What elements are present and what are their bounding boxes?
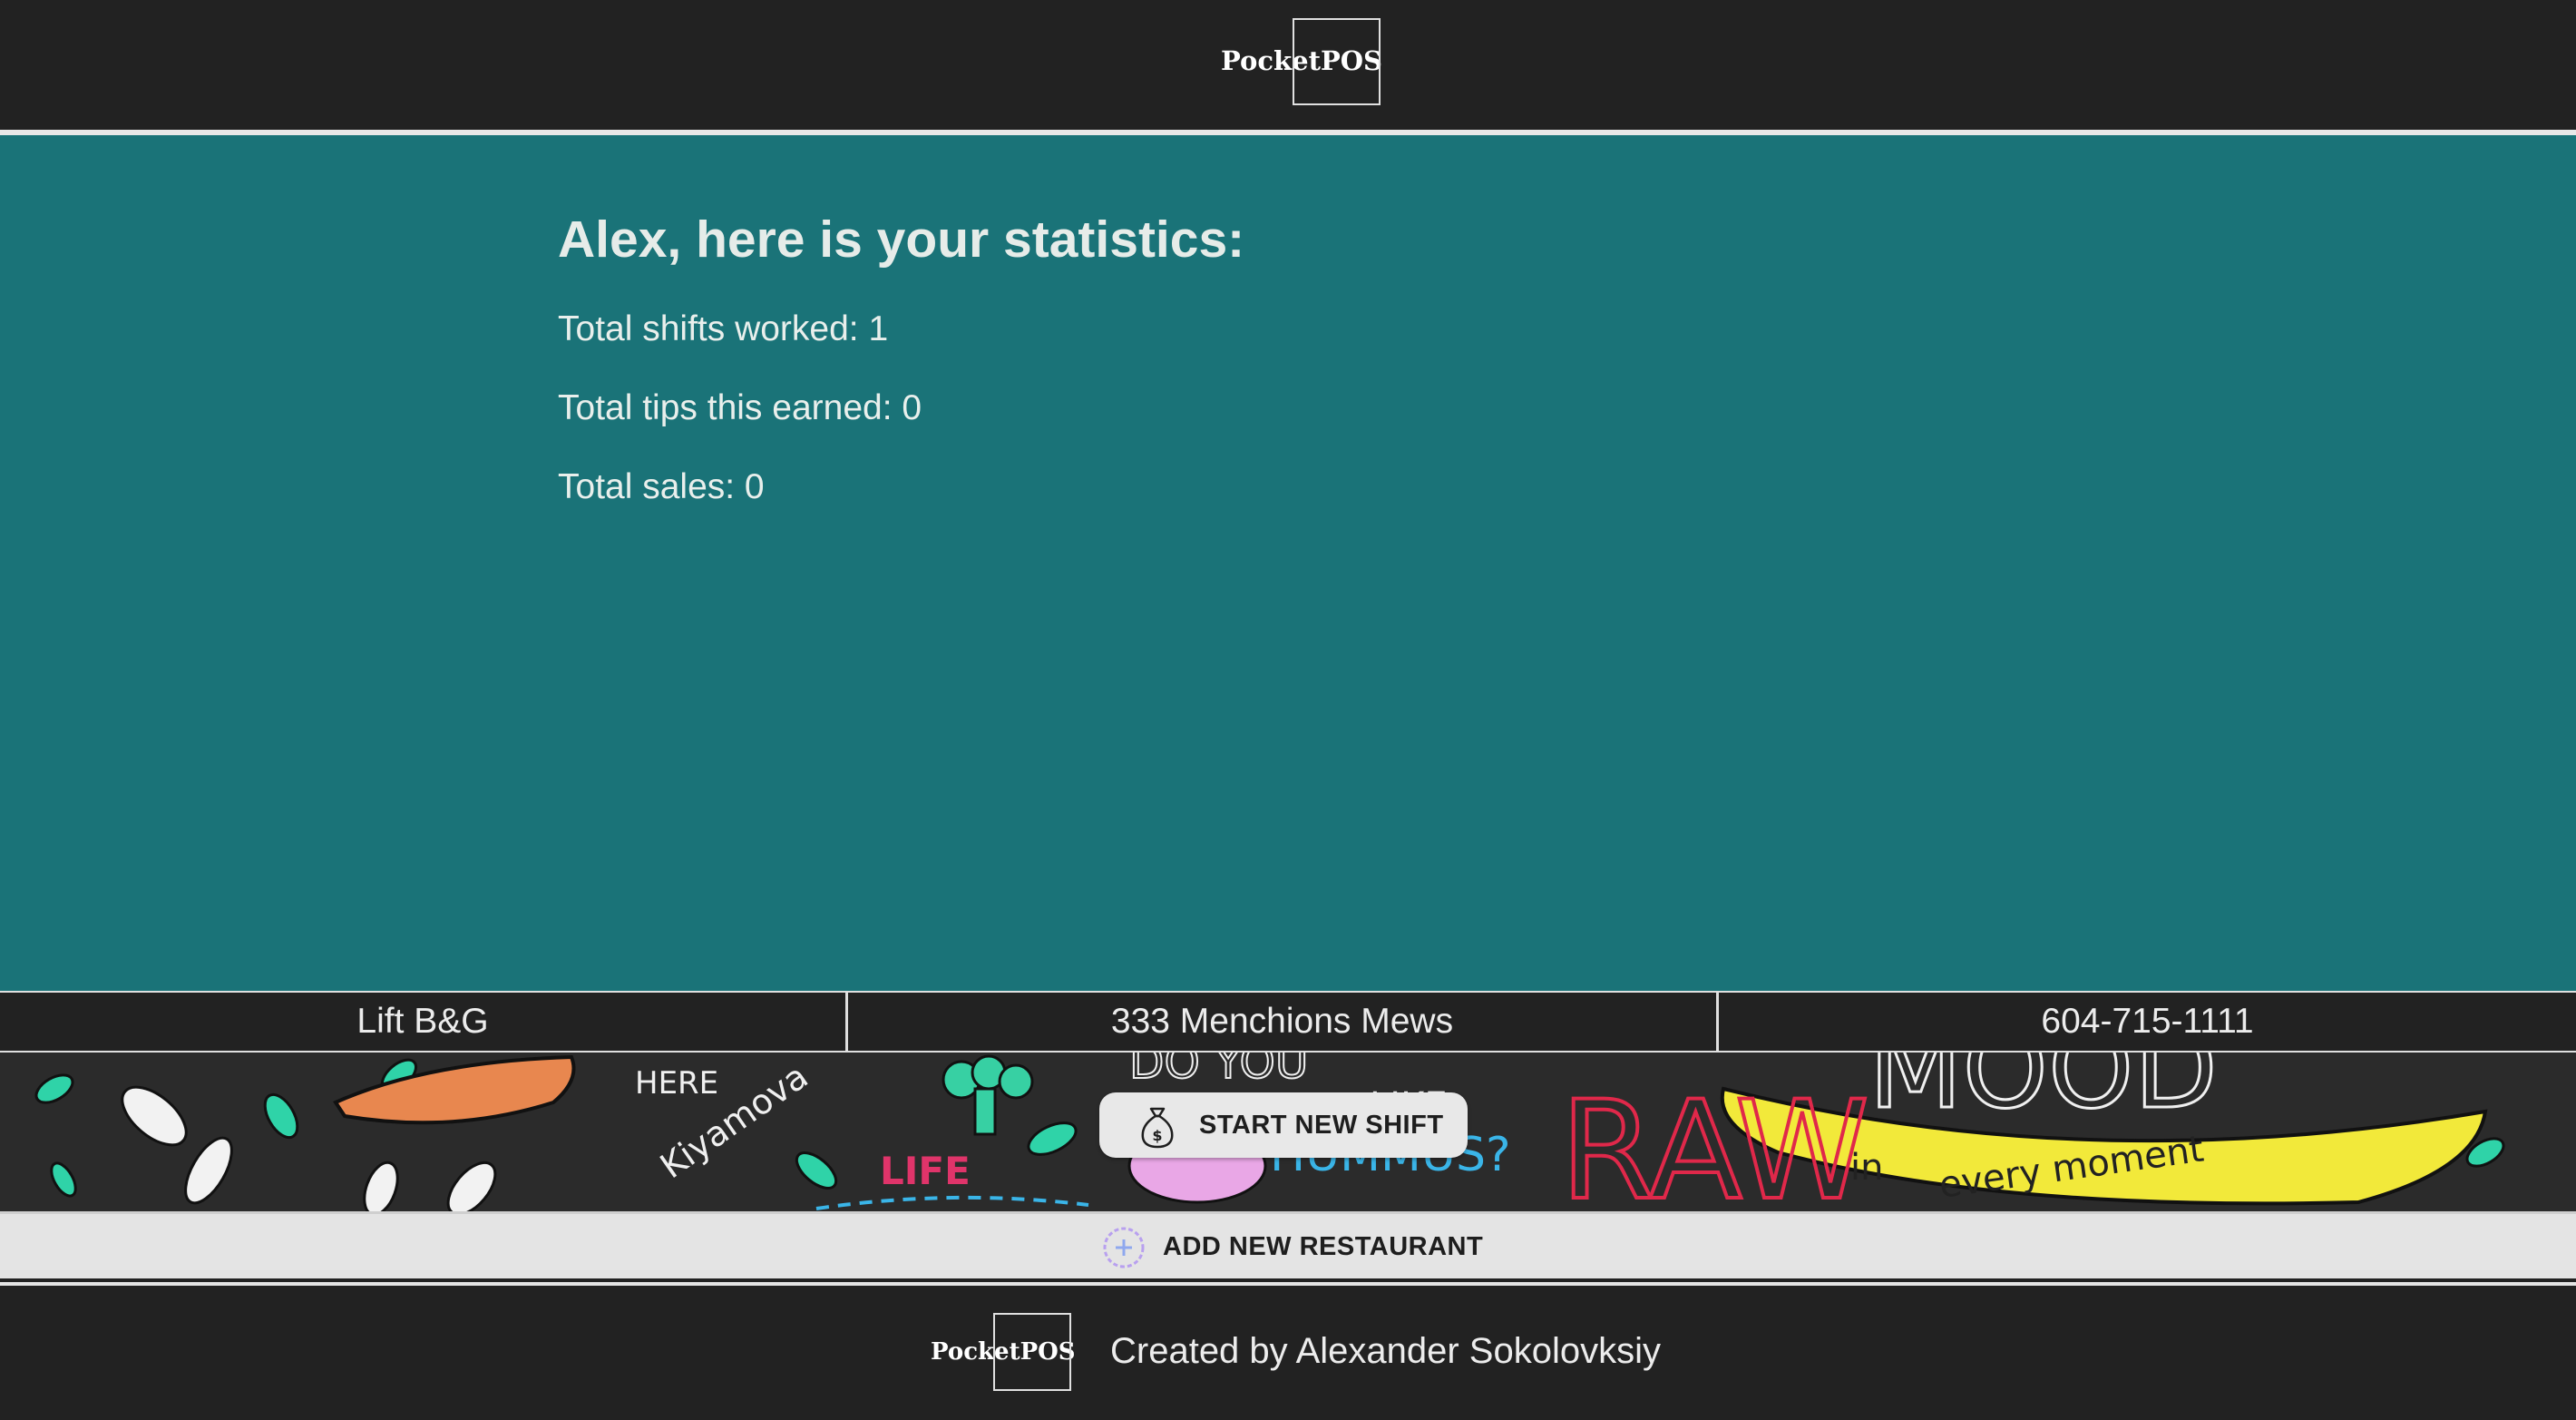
total-tips-stat: Total tips this earned: 0 [558,388,922,427]
footer-credit: Created by Alexander Sokolovksiy [1110,1331,1661,1371]
restaurant-address: 333 Menchions Mews [848,993,1719,1051]
total-sales-stat: Total sales: 0 [558,467,765,506]
svg-text:HERE: HERE [635,1065,718,1102]
svg-text:$: $ [1152,1127,1162,1144]
footer-pocketpos-logo[interactable]: PocketPOS [931,1313,1076,1391]
start-new-shift-button[interactable]: $ START NEW SHIFT [1099,1092,1468,1158]
footer-logo-frame [993,1313,1071,1391]
add-new-restaurant-button[interactable]: ADD NEW RESTAURANT [0,1211,2576,1278]
restaurant-phone: 604-715-1111 [2041,1002,2254,1041]
statistics-title: Alex, here is your statistics: [558,211,1245,269]
pocketpos-logo[interactable]: PocketPOS [1221,18,1384,105]
svg-text:LIFE: LIFE [880,1149,971,1193]
app-header: PocketPOS [0,0,2576,132]
restaurant-name: Lift B&G [0,993,848,1051]
add-new-restaurant-label: ADD NEW RESTAURANT [1163,1232,1484,1261]
money-bag-icon: $ [1141,1107,1174,1149]
total-shifts-stat: Total shifts worked: 1 [558,309,889,348]
restaurant-info-bar: Lift B&G 333 Menchions Mews 604-715-1111 [0,991,2576,1053]
start-new-shift-label: START NEW SHIFT [1199,1111,1444,1140]
svg-text:RAW: RAW [1560,1072,1869,1211]
logo-frame [1293,18,1381,105]
statistics-panel: Alex, here is your statistics: Total shi… [0,135,2576,991]
plus-circle-icon [1103,1227,1145,1268]
app-footer: PocketPOS Created by Alexander Sokolovks… [0,1286,2576,1420]
svg-text:DO YOU: DO YOU [1129,1053,1309,1089]
svg-text:MOOD: MOOD [1869,1053,2218,1133]
svg-text:in: in [1850,1147,1883,1189]
